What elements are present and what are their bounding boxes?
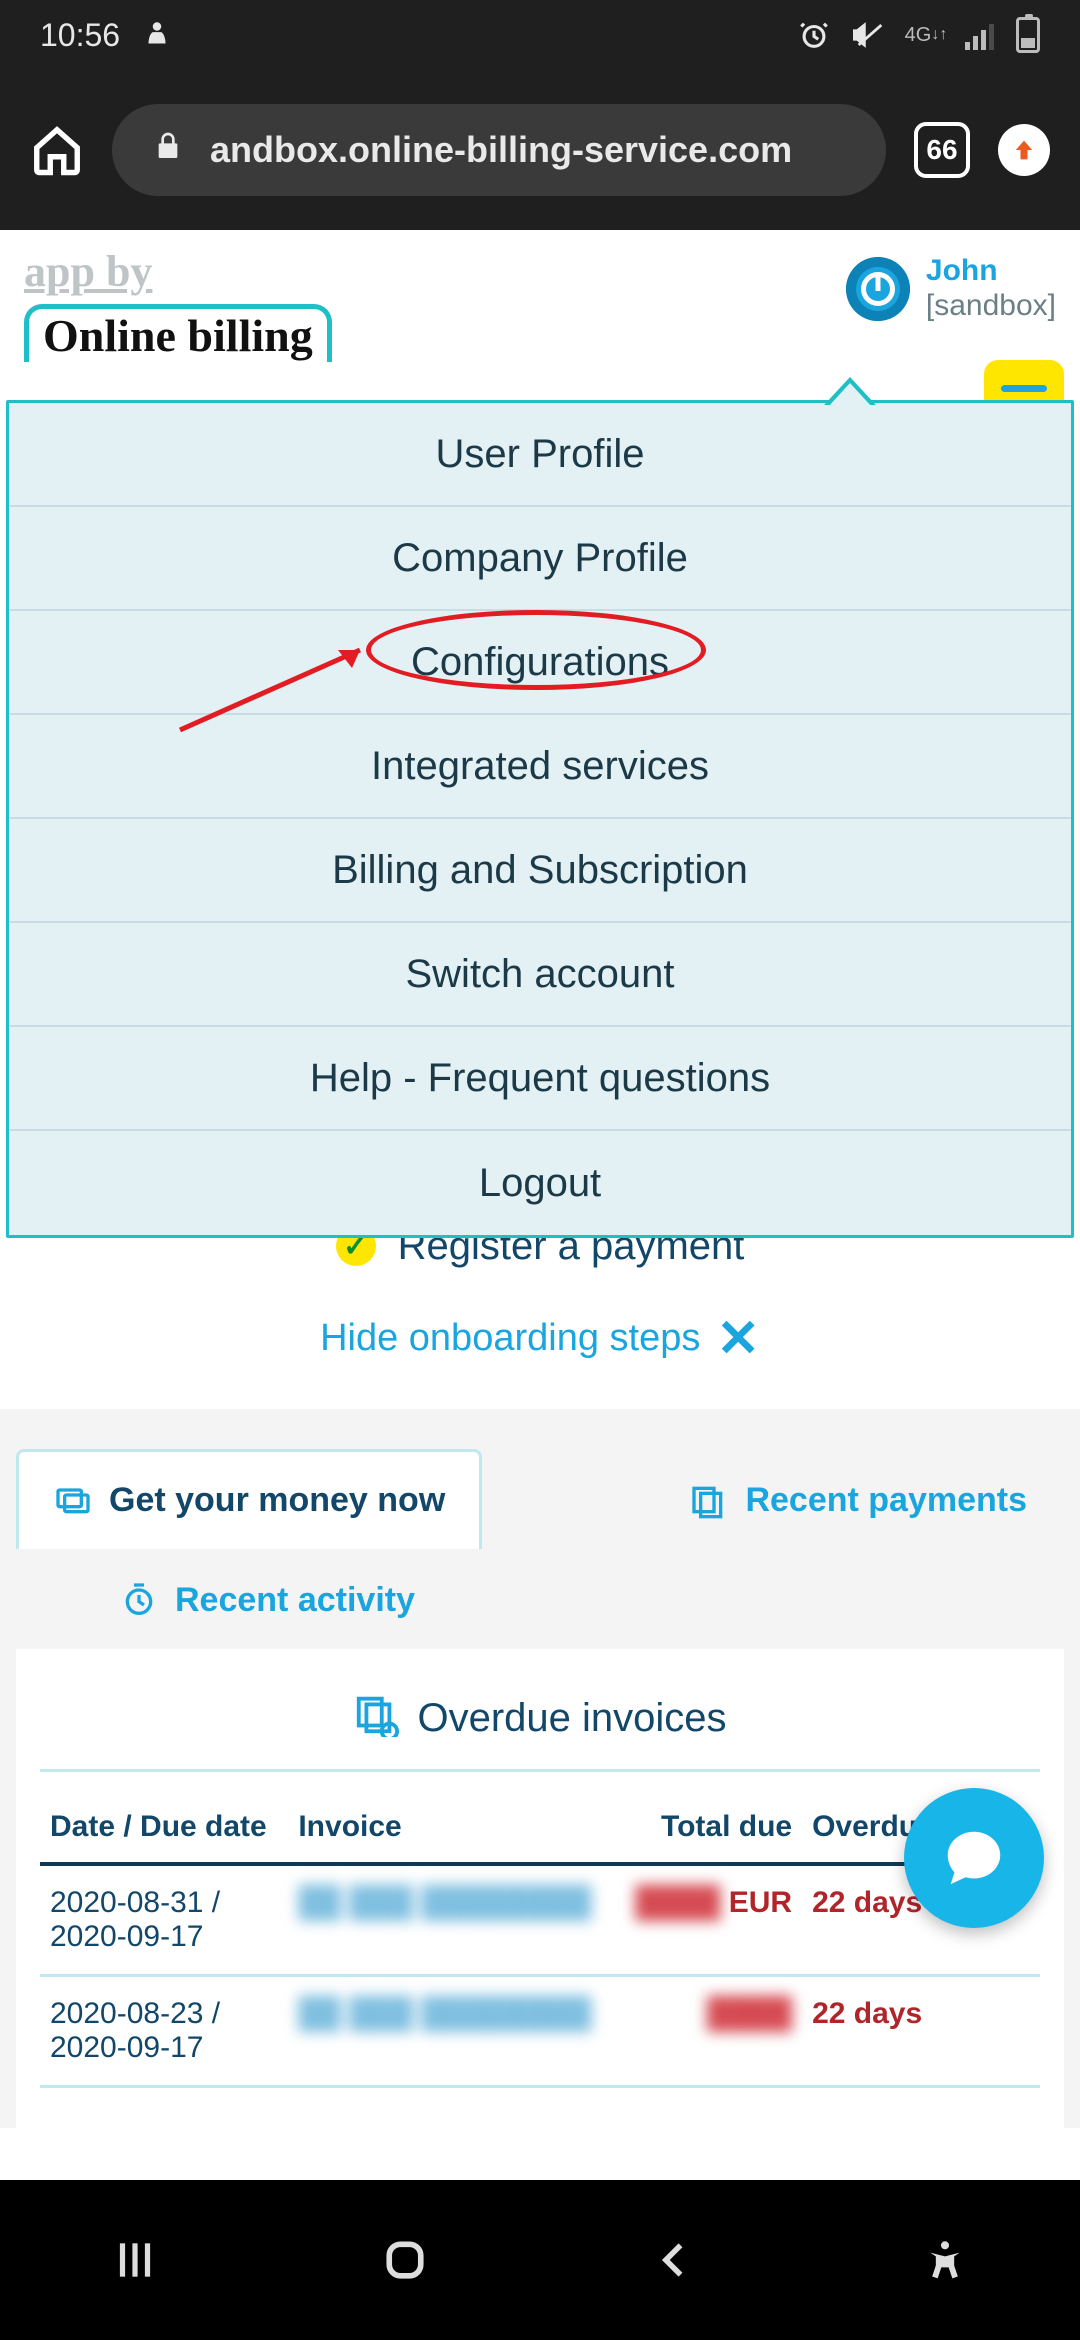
nav-recents-button[interactable] [100,2225,170,2295]
account-dropdown-menu: User Profile Company Profile Configurati… [6,400,1074,1238]
close-icon: ✕ [716,1309,760,1369]
overdue-invoices-panel: Overdue invoices Date / Due date Invoice… [16,1649,1064,2128]
android-nav-bar [0,2180,1080,2340]
menu-item-user-profile[interactable]: User Profile [9,403,1071,507]
money-icon [53,1480,93,1520]
tabs-count-button[interactable]: 66 [914,122,970,178]
panel-title-text: Overdue invoices [417,1696,726,1741]
mobile-data-icon: 4G↓↑ [909,18,943,52]
battery-icon [1016,17,1040,53]
menu-item-configurations[interactable]: Configurations [9,611,1071,715]
hide-onboarding-label: Hide onboarding steps [320,1317,700,1360]
brand-line2: Online billing [43,310,313,361]
brand-logo[interactable]: app by Online billing [24,248,332,362]
nav-accessibility-button[interactable] [910,2225,980,2295]
vibrate-mute-icon [853,18,887,52]
browser-toolbar: andbox.online-billing-service.com 66 [0,70,1080,230]
overdue-table: Date / Due date Invoice Total due Overdu… [40,1792,1040,2088]
chat-fab[interactable] [904,1788,1044,1928]
payments-icon [689,1480,729,1520]
tab-recent-activity[interactable]: Recent activity [16,1549,1064,1649]
invoices-stack-icon [353,1691,399,1747]
account-name: John [926,254,1056,289]
menu-item-help-faq[interactable]: Help - Frequent questions [9,1027,1071,1131]
tab-label: Recent payments [745,1481,1027,1520]
table-row[interactable]: 2020-08-23 /2020-09-17 ██ ███ ████████ █… [40,1975,1040,2086]
col-date[interactable]: Date / Due date [40,1792,288,1864]
menu-item-logout[interactable]: Logout [9,1131,1071,1235]
lock-icon [152,129,184,171]
menu-item-integrated-services[interactable]: Integrated services [9,715,1071,819]
col-total[interactable]: Total due [617,1792,802,1864]
tab-recent-payments[interactable]: Recent payments [652,1449,1064,1549]
power-icon [846,257,910,321]
browser-update-badge[interactable] [998,124,1050,176]
url-bar[interactable]: andbox.online-billing-service.com [112,104,886,196]
app-notification-icon [140,18,174,52]
menu-item-billing-subscription[interactable]: Billing and Subscription [9,819,1071,923]
tab-label: Recent activity [175,1581,415,1620]
activity-stopwatch-icon [119,1580,159,1620]
nav-home-button[interactable] [370,2225,440,2295]
browser-home-button[interactable] [30,123,84,177]
signal-strength-icon [965,20,994,50]
account-context: [sandbox] [926,289,1056,324]
col-invoice[interactable]: Invoice [288,1792,616,1864]
brand-line1: app by [24,248,332,296]
table-row[interactable]: 2020-08-31 /2020-09-17 ██ ███ ████████ █… [40,1864,1040,1976]
menu-item-company-profile[interactable]: Company Profile [9,507,1071,611]
hide-onboarding-button[interactable]: Hide onboarding steps ✕ [0,1291,1080,1409]
url-text: andbox.online-billing-service.com [210,129,792,171]
webpage-content: app by Online billing John [sandbox] Use… [0,230,1080,2128]
nav-back-button[interactable] [640,2225,710,2295]
status-time: 10:56 [40,17,120,54]
account-chip[interactable]: John [sandbox] [846,248,1056,323]
tab-label: Get your money now [109,1481,445,1520]
tab-get-money-now[interactable]: Get your money now [16,1449,482,1549]
alarm-icon [797,18,831,52]
menu-item-switch-account[interactable]: Switch account [9,923,1071,1027]
android-status-bar: 10:56 4G↓↑ [0,0,1080,70]
